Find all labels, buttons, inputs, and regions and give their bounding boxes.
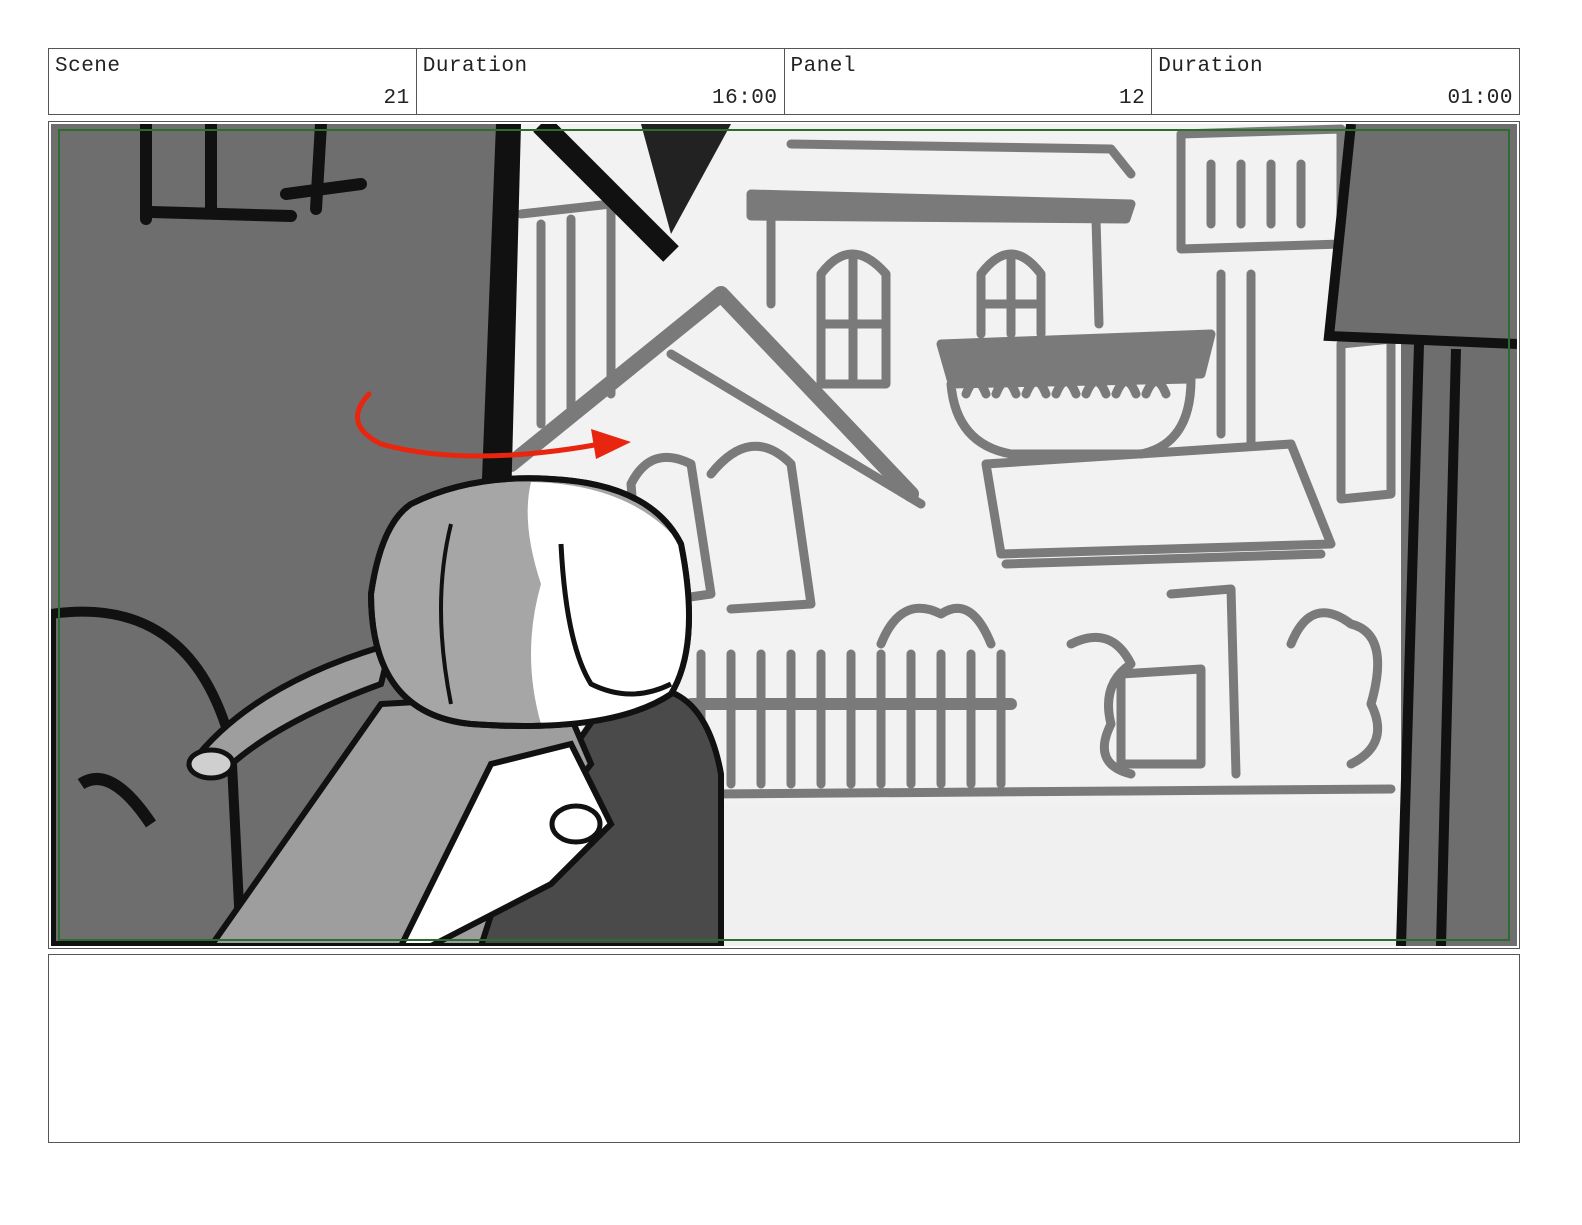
scene-duration-value: 16:00	[711, 87, 778, 110]
panel-duration-value: 01:00	[1447, 87, 1513, 110]
scene-cell: Scene 21	[49, 49, 417, 114]
scene-duration-label: Duration	[422, 55, 528, 78]
panel-cell: Panel 12	[785, 49, 1153, 114]
storyboard-panel	[48, 121, 1520, 949]
panel-label: Panel	[790, 55, 857, 78]
scene-number: 21	[383, 87, 410, 110]
panel-info-header: Scene 21 Duration 16:00 Panel 12 Duratio…	[48, 48, 1520, 115]
panel-duration-label: Duration	[1158, 55, 1264, 78]
action-notes-box[interactable]	[48, 954, 1520, 1143]
storyboard-sketch	[51, 124, 1517, 946]
panel-duration-cell: Duration 01:00	[1152, 49, 1519, 114]
scene-label: Scene	[55, 55, 121, 78]
panel-number: 12	[1119, 87, 1146, 110]
scene-duration-cell: Duration 16:00	[417, 49, 785, 114]
